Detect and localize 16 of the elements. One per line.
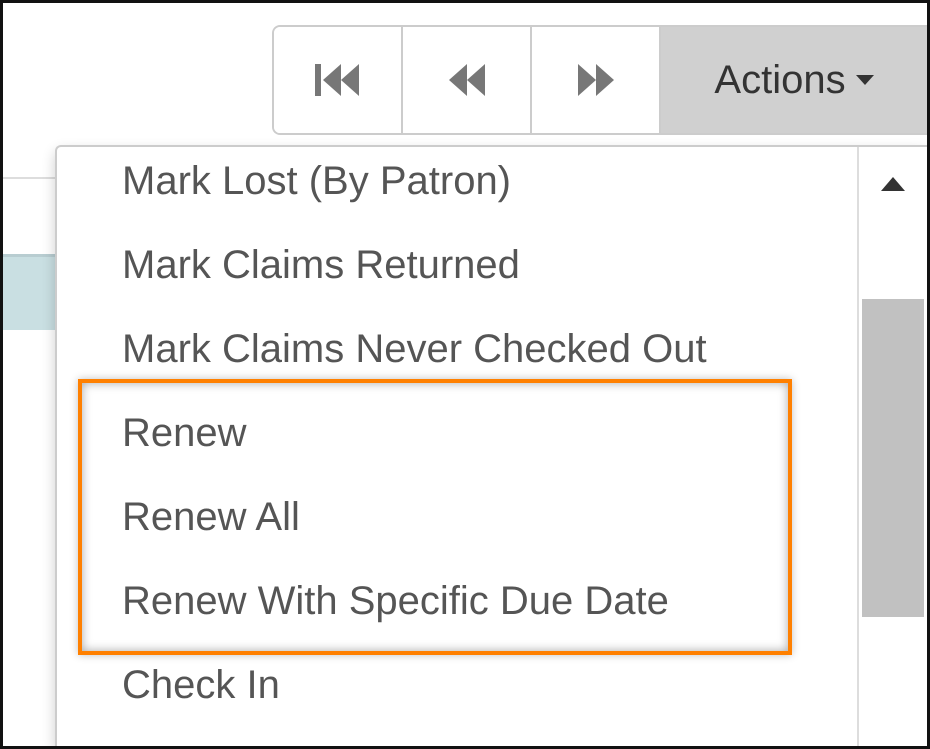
menu-item[interactable]: Renew With Specific Due Date bbox=[82, 559, 788, 643]
menu-item[interactable]: Check In bbox=[57, 643, 857, 727]
menu-item[interactable]: Renew bbox=[82, 391, 788, 475]
scrollbar-thumb[interactable] bbox=[862, 299, 924, 617]
menu-item[interactable]: Mark Lost (By Patron) bbox=[57, 139, 857, 223]
scroll-up-icon[interactable] bbox=[881, 177, 905, 191]
scrollbar[interactable] bbox=[857, 147, 927, 746]
double-left-arrow-icon bbox=[448, 64, 486, 96]
actions-button[interactable]: Actions bbox=[661, 27, 927, 133]
double-right-arrow-icon bbox=[576, 64, 614, 96]
caret-icon bbox=[856, 75, 874, 85]
menu-item[interactable]: Mark Claims Never Checked Out bbox=[57, 307, 857, 391]
menu-item[interactable]: Renew All bbox=[82, 475, 788, 559]
first-page-button[interactable] bbox=[274, 27, 403, 133]
menu-item[interactable]: Mark Claims Returned bbox=[57, 223, 857, 307]
skip-to-first-icon bbox=[314, 64, 360, 96]
